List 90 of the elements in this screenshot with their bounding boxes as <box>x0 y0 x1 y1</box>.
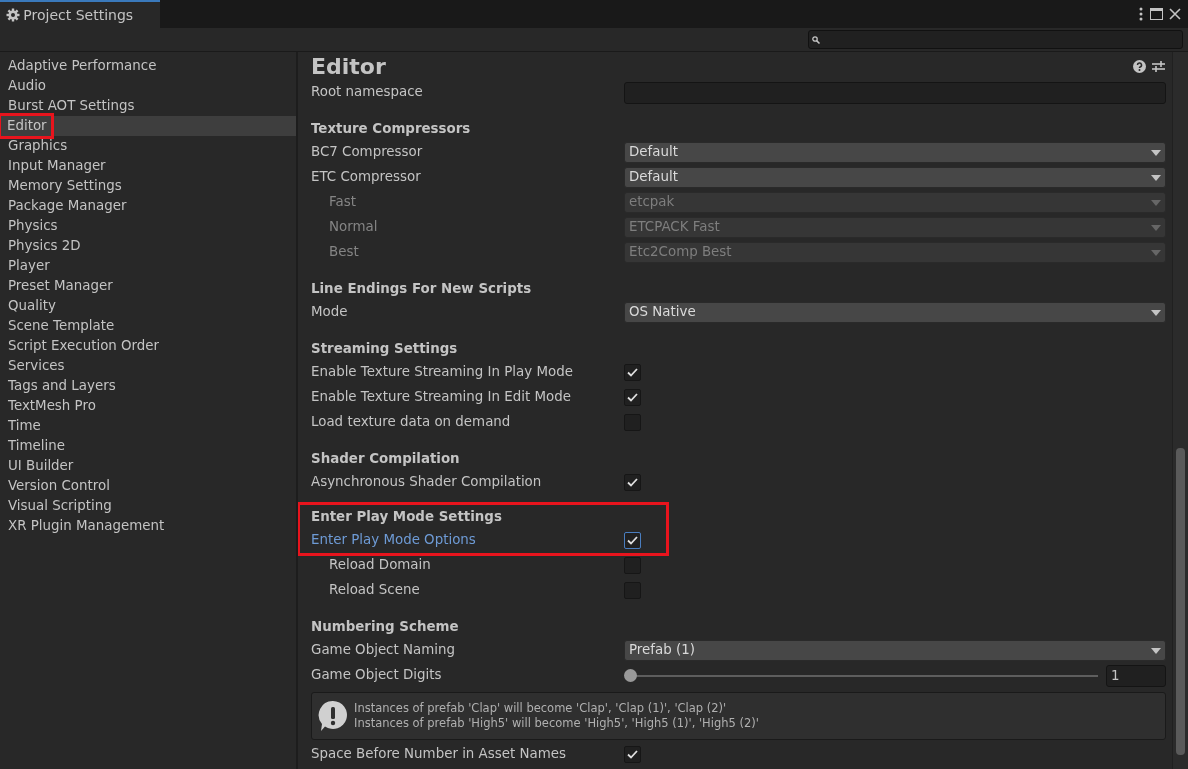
sidebar-item[interactable]: Memory Settings <box>0 176 296 196</box>
checkmark-icon <box>627 478 638 487</box>
field-label: Mode <box>311 303 349 322</box>
sidebar-item[interactable]: Editor <box>0 116 296 136</box>
sidebar-item[interactable]: Physics <box>0 216 296 236</box>
field-label: Enable Texture Streaming In Edit Mode <box>311 388 572 407</box>
field-label: Space Before Number in Asset Names <box>311 745 567 764</box>
sidebar-item[interactable]: Audio <box>0 76 296 96</box>
caret-icon <box>1151 309 1161 316</box>
section-heading: Enter Play Mode Settings <box>311 508 503 526</box>
close-icon[interactable] <box>1169 8 1182 20</box>
gear-icon <box>6 8 20 22</box>
more-options-icon[interactable] <box>1138 7 1143 21</box>
field-label: Fast <box>328 193 357 212</box>
search-icon <box>812 35 821 44</box>
field-label: Enable Texture Streaming In Play Mode <box>311 363 574 382</box>
caret-icon <box>1151 249 1161 256</box>
sidebar-item[interactable]: Preset Manager <box>0 276 296 296</box>
checkbox[interactable] <box>624 474 641 491</box>
help-text: Instances of prefab 'High5' will become 'High5', 'High5 (1)', 'High5 (2)' <box>354 716 759 731</box>
sidebar-item[interactable]: XR Plugin Management <box>0 516 296 536</box>
panel-title: Editor <box>311 54 386 80</box>
dropdown[interactable]: OS Native <box>624 302 1166 323</box>
sidebar-item[interactable]: Script Execution Order <box>0 336 296 356</box>
checkmark-icon <box>627 368 638 377</box>
sidebar-item[interactable]: Adaptive Performance <box>0 56 296 76</box>
sidebar-item[interactable]: Player <box>0 256 296 276</box>
field-label: Best <box>328 243 360 262</box>
field-label: Root namespace <box>311 83 424 102</box>
help-icon[interactable] <box>1132 59 1146 73</box>
checkbox[interactable] <box>624 746 641 763</box>
caret-icon <box>1151 149 1161 156</box>
field-label: Reload Scene <box>328 581 421 600</box>
section-heading: Texture Compressors <box>311 120 472 138</box>
checkbox[interactable] <box>624 532 641 549</box>
sidebar-item[interactable]: Physics 2D <box>0 236 296 256</box>
section-heading: Shader Compilation <box>311 450 461 468</box>
sidebar-item[interactable]: Package Manager <box>0 196 296 216</box>
sidebar-item[interactable]: UI Builder <box>0 456 296 476</box>
checkbox[interactable] <box>624 364 641 381</box>
dropdown[interactable]: Prefab (1) <box>624 640 1166 661</box>
highlight-frame: Editor <box>1 116 51 136</box>
field-label: Game Object Naming <box>311 641 456 660</box>
checkbox[interactable] <box>624 557 641 574</box>
checkmark-icon <box>627 536 638 545</box>
dropdown: ETCPACK Fast <box>624 217 1166 238</box>
sidebar-item[interactable]: Time <box>0 416 296 436</box>
caret-icon <box>1151 174 1161 181</box>
checkbox[interactable] <box>624 389 641 406</box>
search-field[interactable] <box>808 30 1183 49</box>
sidebar-item[interactable]: Input Manager <box>0 156 296 176</box>
field-label: Reload Domain <box>328 556 432 575</box>
dropdown[interactable]: Default <box>624 142 1166 163</box>
sliders-icon[interactable] <box>1152 59 1166 73</box>
scrollbar[interactable] <box>1172 52 1188 769</box>
dropdown: Etc2Comp Best <box>624 242 1166 263</box>
checkmark-icon <box>627 750 638 759</box>
warning-icon <box>318 700 348 732</box>
sidebar-item[interactable]: Tags and Layers <box>0 376 296 396</box>
caret-icon <box>1151 199 1161 206</box>
field-label: Normal <box>328 218 379 237</box>
section-heading: Line Endings For New Scripts <box>311 280 533 298</box>
sidebar-item[interactable]: Services <box>0 356 296 376</box>
field-label: Game Object Digits <box>311 666 443 685</box>
caret-icon <box>1151 647 1161 654</box>
help-text: Instances of prefab 'Clap' will become 'Clap', 'Clap (1)', 'Clap (2)' <box>354 701 728 716</box>
field-label: BC7 Compressor <box>311 143 424 162</box>
sidebar-item[interactable]: Graphics <box>0 136 296 156</box>
dropdown[interactable]: Default <box>624 167 1166 188</box>
field-label: ETC Compressor <box>311 168 422 187</box>
maximize-icon[interactable] <box>1149 8 1163 20</box>
sidebar-item[interactable]: Scene Template <box>0 316 296 336</box>
field-label: Asynchronous Shader Compilation <box>311 473 543 492</box>
caret-icon <box>1151 224 1161 231</box>
sidebar-item[interactable]: Burst AOT Settings <box>0 96 296 116</box>
field-label: Enter Play Mode Options <box>311 531 477 550</box>
slider[interactable] <box>624 669 1098 682</box>
sidebar-item[interactable]: Quality <box>0 296 296 316</box>
checkmark-icon <box>627 393 638 402</box>
sidebar-item[interactable]: Timeline <box>0 436 296 456</box>
window-tab[interactable]: Project Settings <box>0 0 160 28</box>
section-heading: Numbering Scheme <box>311 618 460 636</box>
sidebar-item[interactable]: Visual Scripting <box>0 496 296 516</box>
number-field[interactable]: 1 <box>1106 664 1166 687</box>
section-heading: Streaming Settings <box>311 340 459 358</box>
sidebar-item[interactable]: Version Control <box>0 476 296 496</box>
dropdown: etcpak <box>624 192 1166 213</box>
sidebar-item[interactable]: TextMesh Pro <box>0 396 296 416</box>
field-label: Load texture data on demand <box>311 413 512 432</box>
window-title: Project Settings <box>23 5 134 25</box>
